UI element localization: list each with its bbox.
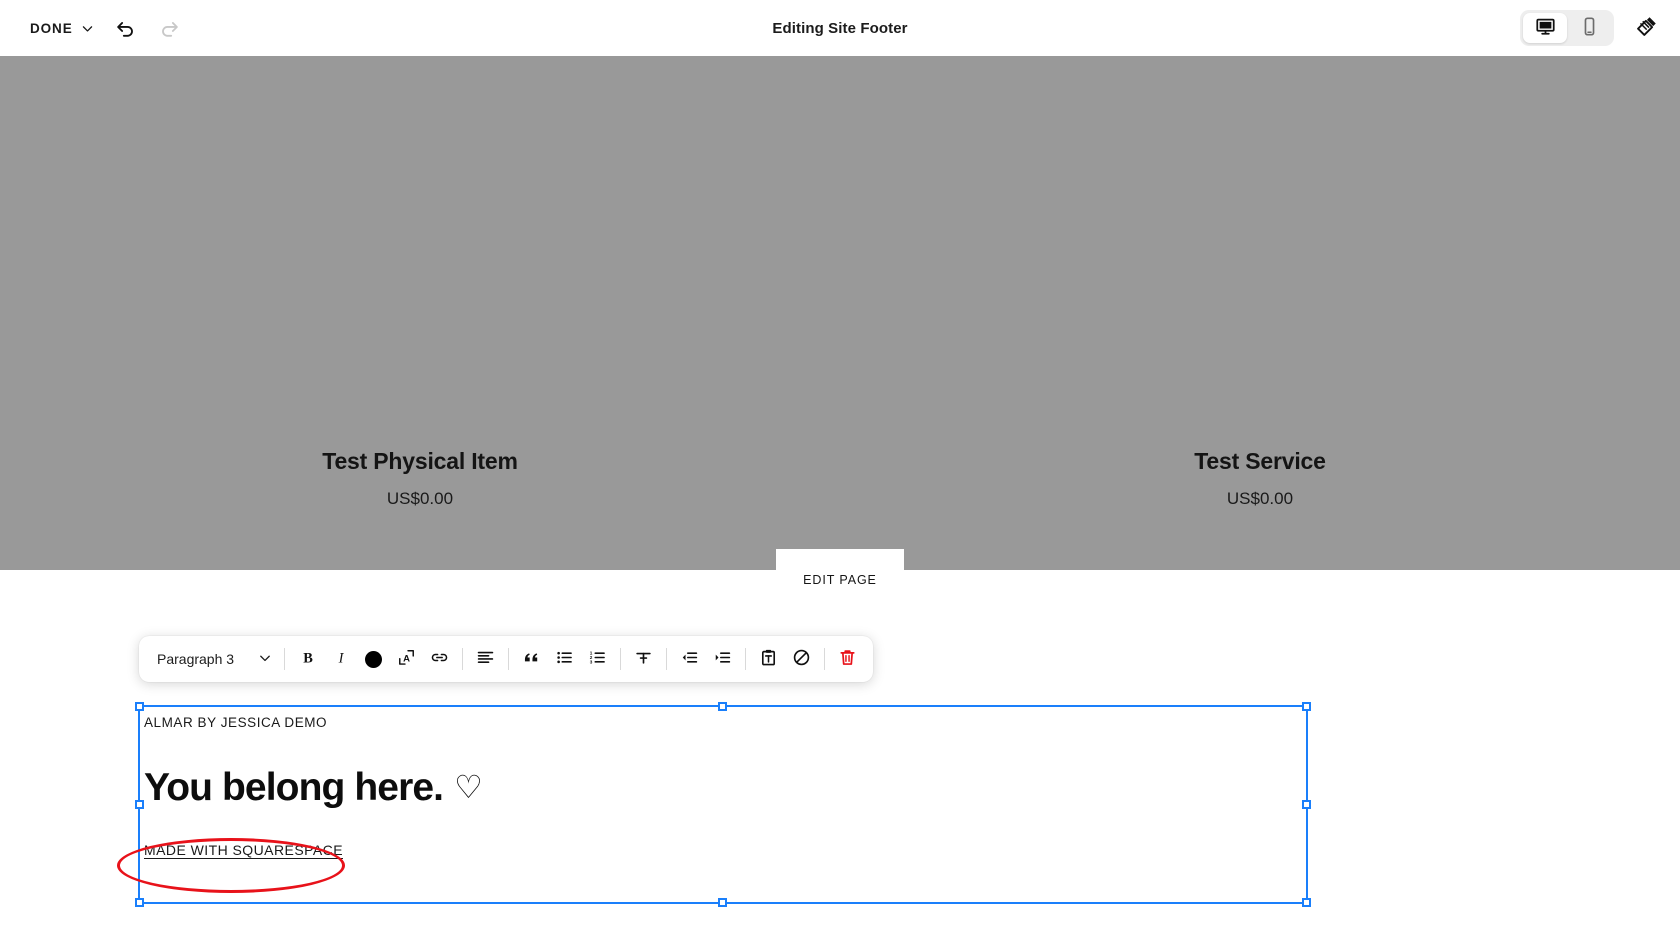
trash-icon (838, 648, 857, 670)
done-button[interactable]: DONE (20, 14, 104, 43)
text-style-icon: A (397, 648, 416, 670)
toolbar-divider (508, 648, 509, 670)
topbar-right-group (1520, 0, 1664, 56)
outdent-icon (680, 648, 699, 670)
delete-button[interactable] (831, 643, 864, 676)
toolbar-divider (824, 648, 825, 670)
product-price: US$0.00 (840, 489, 1680, 509)
footer-text-block[interactable]: ALMAR BY JESSICA DEMO You belong here. ♡… (144, 716, 1294, 860)
resize-handle-top-right[interactable] (1302, 702, 1311, 711)
horizontal-rule-icon (634, 648, 653, 670)
redo-button[interactable] (148, 6, 192, 50)
bold-icon: B (299, 649, 317, 670)
made-with-squarespace-link[interactable]: MADE WITH SQUARESPACE (144, 842, 343, 858)
device-preview-toggle (1520, 10, 1614, 46)
horizontal-rule-button[interactable] (627, 643, 660, 676)
link-icon (430, 648, 449, 670)
edit-page-button[interactable]: EDIT PAGE (776, 549, 904, 610)
toolbar-divider (745, 648, 746, 670)
paste-as-text-button[interactable] (752, 643, 785, 676)
indent-button[interactable] (706, 643, 739, 676)
svg-text:A: A (403, 653, 410, 664)
device-option-desktop[interactable] (1523, 13, 1567, 43)
done-button-label: DONE (30, 21, 73, 36)
product-title: Test Physical Item (0, 448, 840, 475)
site-styles-button[interactable] (1628, 10, 1664, 46)
squarespace-footer-editor: DONE Editing Site Fo (0, 0, 1680, 946)
align-button[interactable] (469, 643, 502, 676)
footer-tagline: You belong here. ♡ (144, 768, 1294, 809)
align-left-icon (476, 648, 495, 670)
chevron-down-icon (81, 22, 94, 35)
svg-text:B: B (303, 650, 313, 666)
editor-topbar: DONE Editing Site Fo (0, 0, 1680, 56)
site-footer-region: ALMAR BY JESSICA DEMO You belong here. ♡… (0, 644, 1680, 946)
products-section: Test Physical Item US$0.00 Test Service … (0, 56, 1680, 570)
clipboard-text-icon (759, 648, 778, 670)
product-grid: Test Physical Item US$0.00 Test Service … (0, 448, 1680, 509)
product-price: US$0.00 (0, 489, 840, 509)
bulleted-list-icon (555, 648, 574, 670)
editor-title: Editing Site Footer (0, 0, 1680, 56)
bulleted-list-button[interactable] (548, 643, 581, 676)
indent-icon (713, 648, 732, 670)
toolbar-divider (620, 648, 621, 670)
toolbar-divider (462, 648, 463, 670)
resize-handle-middle-right[interactable] (1302, 800, 1311, 809)
resize-handle-bottom-center[interactable] (718, 898, 727, 907)
italic-icon: I (332, 649, 350, 670)
chevron-down-icon (258, 651, 272, 668)
desktop-icon (1535, 16, 1556, 40)
product-card[interactable]: Test Physical Item US$0.00 (0, 448, 840, 509)
numbered-list-button[interactable]: 1 2 3 (581, 643, 614, 676)
heart-icon: ♡ (454, 771, 482, 803)
blockquote-button[interactable] (515, 643, 548, 676)
product-title: Test Service (840, 448, 1680, 475)
toolbar-divider (666, 648, 667, 670)
device-option-mobile[interactable] (1567, 13, 1611, 43)
clear-formatting-icon (792, 648, 811, 670)
resize-handle-middle-left[interactable] (135, 800, 144, 809)
mobile-icon (1579, 16, 1600, 40)
link-button[interactable] (423, 643, 456, 676)
outdent-button[interactable] (673, 643, 706, 676)
paintbrush-icon (1634, 14, 1659, 42)
product-card[interactable]: Test Service US$0.00 (840, 448, 1680, 509)
resize-handle-top-left[interactable] (135, 702, 144, 711)
site-preview-canvas: Test Physical Item US$0.00 Test Service … (0, 56, 1680, 946)
numbered-list-icon: 1 2 3 (588, 648, 607, 670)
text-color-button[interactable] (357, 643, 390, 676)
resize-handle-top-center[interactable] (718, 702, 727, 711)
topbar-left-group: DONE (20, 0, 192, 56)
italic-button[interactable]: I (324, 643, 357, 676)
color-swatch-icon (365, 651, 382, 668)
footer-tagline-text: You belong here. (144, 768, 443, 809)
quote-icon (522, 648, 541, 670)
toolbar-divider (284, 648, 285, 670)
clear-formatting-button[interactable] (785, 643, 818, 676)
text-style-button[interactable]: A (390, 643, 423, 676)
rich-text-toolbar: Paragraph 3 B I (139, 636, 873, 682)
block-format-value: Paragraph 3 (157, 651, 234, 667)
svg-text:3: 3 (590, 660, 593, 665)
block-format-select[interactable]: Paragraph 3 (148, 642, 278, 676)
bold-button[interactable]: B (291, 643, 324, 676)
resize-handle-bottom-right[interactable] (1302, 898, 1311, 907)
svg-text:I: I (337, 650, 344, 666)
undo-button[interactable] (104, 6, 148, 50)
resize-handle-bottom-left[interactable] (135, 898, 144, 907)
footer-brand-line: ALMAR BY JESSICA DEMO (144, 716, 1294, 730)
